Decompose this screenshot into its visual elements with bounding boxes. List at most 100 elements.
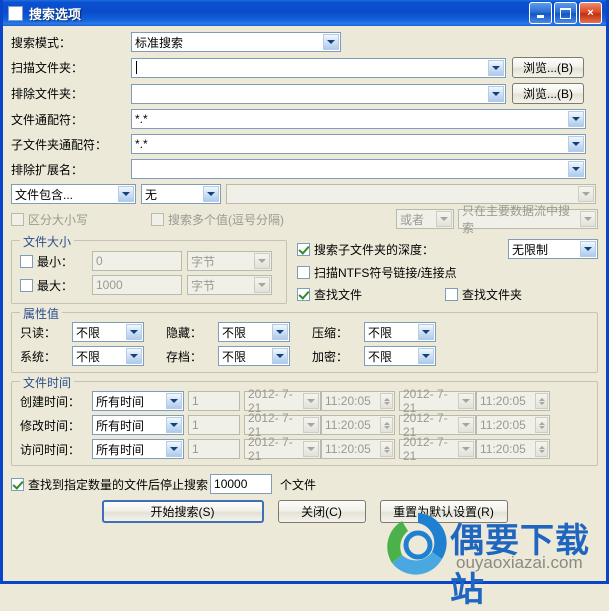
chevron-down-icon bbox=[254, 277, 270, 293]
chevron-down-icon[interactable] bbox=[488, 85, 504, 102]
row-find-targets: 查找文件 查找文件夹 bbox=[297, 286, 598, 303]
chevron-down-icon bbox=[458, 441, 474, 457]
row-subfolder-wildcard: 子文件夹通配符： *.* bbox=[11, 134, 598, 154]
chevron-down-icon[interactable] bbox=[568, 136, 584, 152]
attributes-legend: 属性值 bbox=[20, 305, 63, 322]
reset-defaults-button[interactable]: 重置为默认设置(R) bbox=[379, 500, 508, 523]
chevron-down-icon[interactable] bbox=[166, 417, 182, 433]
depth-checkbox[interactable]: 搜索子文件夹的深度： bbox=[297, 241, 434, 258]
subfolder-wildcard-value: *.* bbox=[135, 137, 148, 151]
max-size-input: 1000 bbox=[92, 275, 182, 295]
checkbox-icon[interactable] bbox=[20, 254, 33, 268]
min-size-checkbox[interactable]: 最小： bbox=[20, 253, 92, 270]
minimize-button[interactable] bbox=[529, 2, 552, 24]
label-exclude-ext: 排除扩展名： bbox=[11, 162, 84, 177]
find-files-checkbox[interactable]: 查找文件 bbox=[297, 286, 445, 303]
chevron-down-icon[interactable] bbox=[488, 59, 504, 76]
stream-combo: 只在主要数据流中搜索 bbox=[458, 204, 598, 235]
search-mode-combo[interactable]: 标准搜索 bbox=[131, 32, 341, 52]
subfolder-wildcard-input[interactable]: *.* bbox=[131, 134, 586, 154]
chevron-down-icon[interactable] bbox=[323, 34, 339, 50]
chevron-down-icon[interactable] bbox=[126, 348, 142, 364]
scan-folder-input[interactable] bbox=[131, 57, 506, 78]
file-wildcard-input[interactable]: *.* bbox=[131, 109, 586, 129]
row-scan-folder: 扫描文件夹： 浏览...(B) bbox=[11, 57, 598, 78]
attr-label-readonly: 只读： bbox=[20, 325, 57, 340]
chevron-down-icon[interactable] bbox=[418, 324, 434, 340]
chevron-down-icon[interactable] bbox=[166, 441, 182, 457]
max-size-value: 1000 bbox=[96, 278, 123, 292]
contains-mode-combo[interactable]: 文件包含... bbox=[11, 184, 136, 204]
search-mode-value: 标准搜索 bbox=[135, 35, 184, 50]
chevron-down-icon[interactable] bbox=[166, 393, 182, 409]
browse-exclude-folder-button[interactable]: 浏览...(B) bbox=[512, 83, 584, 104]
min-size-unit: 字节 bbox=[191, 254, 216, 269]
exclude-folder-input[interactable] bbox=[131, 83, 506, 104]
time-row-created: 创建时间： 所有时间 1 2012- 7-21 11:20:05 2012- 7… bbox=[20, 387, 589, 415]
contains-mode-value: 文件包含... bbox=[15, 187, 74, 202]
time-time2-modified: 11:20:05 bbox=[476, 415, 550, 435]
chevron-down-icon[interactable] bbox=[118, 186, 134, 202]
attr-combo-hidden[interactable]: 不限 bbox=[218, 322, 290, 342]
ntfs-checkbox[interactable]: 扫描NTFS符号链接/连接点 bbox=[297, 264, 457, 281]
maximize-button[interactable] bbox=[554, 2, 577, 24]
size-and-depth-section: 文件大小 最小： 0 字节 最大： 1000 字节 搜索子文件夹的深度： 无限制… bbox=[11, 231, 598, 305]
time-time1-created: 11:20:05 bbox=[321, 391, 395, 411]
stop-limit-input[interactable]: 10000 bbox=[210, 474, 273, 494]
checkbox-icon[interactable] bbox=[20, 278, 33, 292]
max-size-checkbox[interactable]: 最大： bbox=[20, 277, 92, 294]
close-icon[interactable]: × bbox=[579, 2, 602, 24]
time-mode-combo-created[interactable]: 所有时间 bbox=[92, 391, 184, 411]
depth-combo[interactable]: 无限制 bbox=[508, 239, 598, 259]
time-mode-combo-accessed[interactable]: 所有时间 bbox=[92, 439, 184, 459]
browse-scan-folder-button[interactable]: 浏览...(B) bbox=[512, 57, 584, 78]
time-row-accessed: 访问时间： 所有时间 1 2012- 7-21 11:20:05 2012- 7… bbox=[20, 435, 589, 463]
watermark-text: 偶要下载站 bbox=[450, 521, 590, 610]
chevron-down-icon[interactable] bbox=[568, 111, 584, 127]
checkbox-icon[interactable] bbox=[297, 242, 310, 256]
attr-combo-system[interactable]: 不限 bbox=[72, 346, 144, 366]
start-search-button[interactable]: 开始搜索(S) bbox=[101, 500, 264, 523]
attr-combo-readonly[interactable]: 不限 bbox=[72, 322, 144, 342]
attr-value-compressed: 不限 bbox=[368, 325, 393, 340]
depth-value: 无限制 bbox=[512, 242, 549, 257]
row-exclude-folder: 排除文件夹： 浏览...(B) bbox=[11, 83, 598, 104]
depth-label: 搜索子文件夹的深度： bbox=[314, 242, 435, 257]
text-cursor bbox=[136, 61, 137, 74]
time-mode-combo-modified[interactable]: 所有时间 bbox=[92, 415, 184, 435]
checkbox-icon[interactable] bbox=[297, 266, 310, 279]
time-time1-value-created: 11:20:05 bbox=[325, 394, 371, 408]
contains-type-combo[interactable]: 无 bbox=[141, 184, 221, 204]
max-size-label: 最大： bbox=[37, 278, 74, 293]
attributes-row-2: 系统： 不限 存档： 不限 加密： 不限 bbox=[20, 346, 589, 366]
exclude-ext-input[interactable] bbox=[131, 159, 586, 179]
attr-label-compressed: 压缩： bbox=[312, 325, 349, 340]
file-size-group: 文件大小 最小： 0 字节 最大： 1000 字节 bbox=[11, 233, 287, 304]
checkbox-icon[interactable] bbox=[297, 288, 310, 301]
stop-limit-checkbox[interactable]: 查找到指定数量的文件后停止搜索 bbox=[11, 476, 208, 493]
chevron-down-icon[interactable] bbox=[126, 324, 142, 340]
time-mode-value-created: 所有时间 bbox=[96, 394, 145, 409]
close-button[interactable]: 关闭(C) bbox=[277, 500, 366, 523]
time-count-value-created: 1 bbox=[192, 394, 199, 408]
time-date2-modified: 2012- 7-21 bbox=[399, 411, 476, 439]
time-date2-value-accessed: 2012- 7-21 bbox=[403, 435, 448, 463]
chevron-down-icon[interactable] bbox=[568, 161, 584, 177]
button-bar: 开始搜索(S) 关闭(C) 重置为默认设置(R) bbox=[11, 500, 598, 523]
chevron-down-icon[interactable] bbox=[203, 186, 219, 202]
chevron-down-icon[interactable] bbox=[272, 348, 288, 364]
chevron-down-icon[interactable] bbox=[418, 348, 434, 364]
chevron-down-icon[interactable] bbox=[580, 241, 596, 257]
file-wildcard-value: *.* bbox=[135, 112, 148, 126]
find-folders-checkbox[interactable]: 查找文件夹 bbox=[445, 286, 522, 303]
attr-combo-compressed[interactable]: 不限 bbox=[364, 322, 436, 342]
attr-combo-encrypted[interactable]: 不限 bbox=[364, 346, 436, 366]
time-count-modified: 1 bbox=[188, 415, 240, 435]
row-search-mode: 搜索模式： 标准搜索 bbox=[11, 32, 598, 52]
time-count-value-modified: 1 bbox=[192, 418, 199, 432]
checkbox-icon[interactable] bbox=[445, 288, 458, 301]
checkbox-icon[interactable] bbox=[11, 477, 24, 491]
attr-combo-archive[interactable]: 不限 bbox=[218, 346, 290, 366]
time-date1-accessed: 2012- 7-21 bbox=[244, 435, 321, 463]
chevron-down-icon[interactable] bbox=[272, 324, 288, 340]
